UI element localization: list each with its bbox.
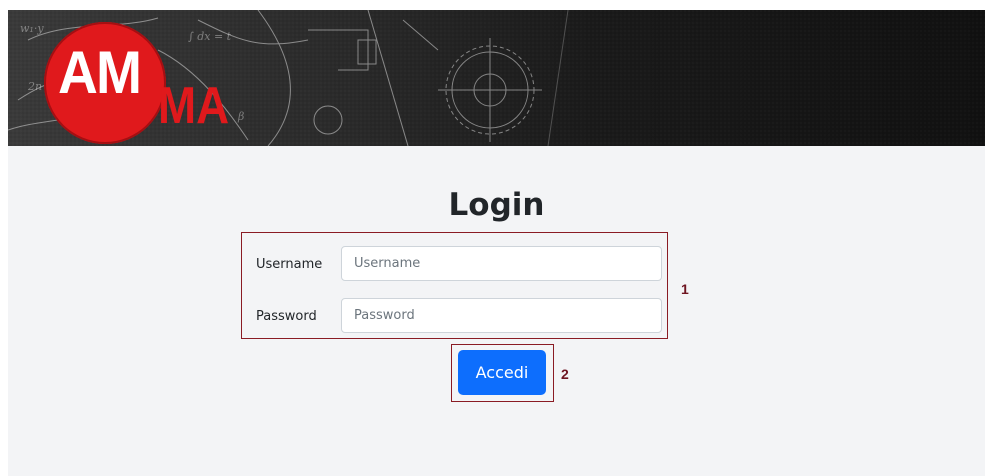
password-label: Password — [256, 309, 317, 324]
logo-text-primary: AM — [58, 39, 142, 106]
login-button[interactable]: Accedi — [458, 350, 546, 395]
svg-text:β: β — [237, 110, 244, 123]
svg-text:2n: 2n — [27, 80, 42, 93]
header-banner: w₁·y ∫ dx = t 2n β AM MA — [8, 10, 985, 146]
annotation-marker-1: 1 — [681, 281, 689, 297]
page-frame: w₁·y ∫ dx = t 2n β AM MA Login 1 Usernam… — [8, 10, 985, 476]
logo-text-secondary: MA — [158, 77, 230, 135]
svg-text:w₁·y: w₁·y — [20, 22, 44, 35]
annotation-marker-2: 2 — [561, 366, 569, 382]
password-input[interactable] — [341, 298, 662, 333]
username-input[interactable] — [341, 246, 662, 281]
svg-text:∫ dx = t: ∫ dx = t — [188, 30, 232, 43]
page-title: Login — [448, 187, 545, 223]
username-label: Username — [256, 257, 323, 272]
